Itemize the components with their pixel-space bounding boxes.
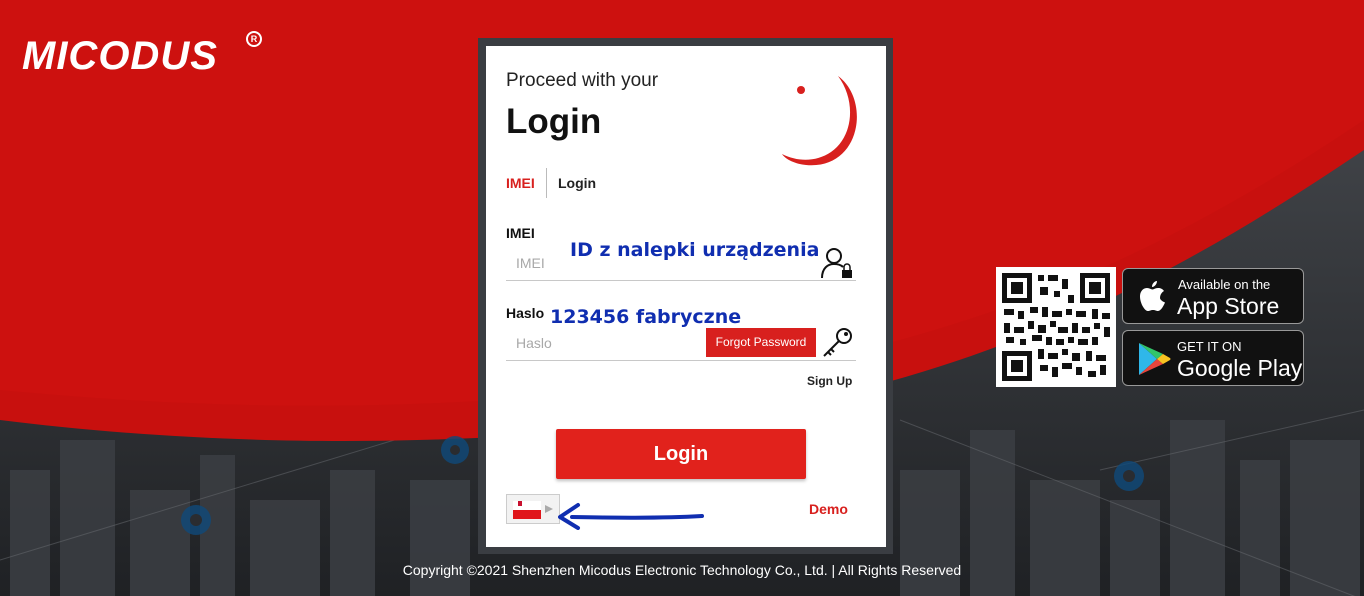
- app-store-button[interactable]: Available on the App Store: [1122, 268, 1304, 324]
- copyright-footer: Copyright ©2021 Shenzhen Micodus Electro…: [402, 562, 962, 578]
- poland-flag-icon: [513, 501, 553, 519]
- qr-code-icon: [996, 267, 1116, 387]
- app-store-bottom-text: App Store: [1177, 293, 1280, 319]
- blue-arrow-annotation: [558, 503, 704, 530]
- login-subtitle: Proceed with your: [506, 70, 659, 91]
- google-play-top-text: GET IT ON: [1177, 339, 1242, 354]
- login-card: Proceed with your Login IMEI Login IMEI …: [486, 46, 886, 547]
- tab-imei[interactable]: IMEI: [506, 175, 535, 191]
- imei-label: IMEI: [506, 225, 535, 241]
- imei-input[interactable]: [506, 246, 856, 281]
- tab-divider: [546, 168, 547, 198]
- google-play-bottom-text: Google Play: [1177, 355, 1303, 381]
- brand-logo: MICODUS: [22, 34, 218, 78]
- password-annotation: 123456 fabryczne: [550, 306, 742, 328]
- forgot-password-button[interactable]: Forgot Password: [706, 328, 816, 357]
- registered-mark: R: [246, 31, 262, 47]
- login-button[interactable]: Login: [556, 429, 806, 479]
- password-underline: [706, 360, 856, 361]
- login-title: Login: [506, 102, 602, 141]
- sign-up-link[interactable]: Sign Up: [807, 374, 852, 388]
- google-play-icon: [1139, 343, 1171, 375]
- apple-icon: [1140, 281, 1165, 311]
- google-play-button[interactable]: GET IT ON Google Play: [1122, 330, 1304, 386]
- demo-link[interactable]: Demo: [809, 501, 848, 517]
- user-lock-icon: [821, 248, 852, 279]
- language-selector[interactable]: [506, 494, 560, 524]
- tab-login[interactable]: Login: [558, 175, 596, 191]
- key-icon: [823, 328, 852, 357]
- password-input[interactable]: [506, 326, 716, 361]
- app-store-top-text: Available on the: [1178, 277, 1271, 292]
- password-label: Haslo: [506, 305, 545, 321]
- decorative-swirl-icon: [782, 76, 857, 166]
